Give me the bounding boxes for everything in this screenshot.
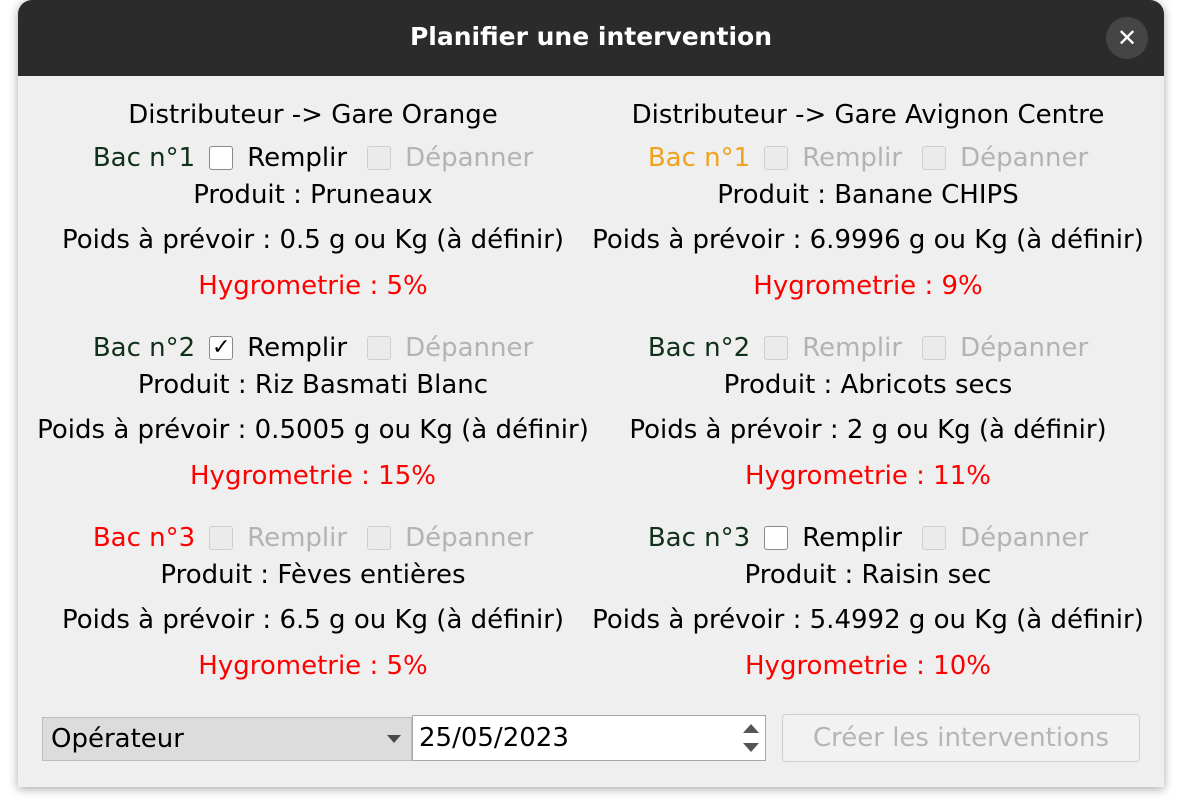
date-value: 25/05/2023 (419, 723, 569, 753)
depanner-label: Dépanner (960, 523, 1089, 553)
bac-label: Bac n°3 (647, 523, 751, 553)
hygrometrie-text: Hygrometrie : 5% (198, 271, 428, 301)
depanner-checkbox[interactable] (367, 146, 392, 170)
remplir-label: Remplir (802, 333, 903, 363)
titlebar: Planifier une intervention ✕ (18, 0, 1164, 76)
bac-label: Bac n°1 (647, 143, 751, 173)
remplir-label: Remplir (247, 333, 348, 363)
operator-select-value: Opérateur (51, 724, 184, 754)
date-input[interactable]: 25/05/2023 (412, 715, 766, 761)
dialog-window: Planifier une intervention ✕ Distributeu… (18, 0, 1164, 787)
checkmark-icon: ✓ (211, 335, 231, 360)
distributor-heading: Distributeur -> Gare Avignon Centre (631, 100, 1105, 130)
depanner-checkbox[interactable] (922, 336, 947, 360)
produit-text: Produit : Abricots secs (723, 370, 1013, 400)
remplir-checkbox[interactable] (764, 336, 789, 360)
depanner-checkbox[interactable] (922, 526, 947, 550)
distributor-heading: Distributeur -> Gare Orange (128, 100, 498, 130)
depanner-label: Dépanner (405, 143, 534, 173)
poids-text: Poids à prévoir : 5.4992 g ou Kg (à défi… (592, 605, 1144, 635)
remplir-checkbox[interactable] (764, 146, 789, 170)
operator-select[interactable]: Opérateur (42, 717, 412, 761)
remplir-label: Remplir (802, 523, 903, 553)
bac-row: Bac n°2 ✓ Remplir Dépanner (32, 328, 594, 368)
poids-text: Poids à prévoir : 0.5005 g ou Kg (à défi… (37, 415, 589, 445)
depanner-checkbox[interactable] (922, 146, 947, 170)
depanner-checkbox[interactable] (367, 526, 392, 550)
create-interventions-button[interactable]: Créer les interventions (782, 714, 1140, 762)
poids-text: Poids à prévoir : 6.9996 g ou Kg (à défi… (592, 225, 1144, 255)
depanner-checkbox[interactable] (367, 336, 392, 360)
remplir-label: Remplir (802, 143, 903, 173)
depanner-label: Dépanner (960, 333, 1089, 363)
depanner-label: Dépanner (960, 143, 1089, 173)
bac-row: Bac n°2 Remplir Dépanner (588, 328, 1148, 368)
bac-label: Bac n°3 (92, 523, 196, 553)
bac-label: Bac n°2 (647, 333, 751, 363)
hygrometrie-text: Hygrometrie : 5% (198, 651, 428, 681)
poids-text: Poids à prévoir : 2 g ou Kg (à définir) (629, 415, 1107, 445)
hygrometrie-text: Hygrometrie : 11% (745, 461, 991, 491)
remplir-label: Remplir (247, 523, 348, 553)
remplir-checkbox[interactable] (209, 146, 234, 170)
bac-row: Bac n°3 Remplir Dépanner (32, 518, 594, 558)
bac-row: Bac n°1 Remplir Dépanner (32, 138, 594, 178)
remplir-checkbox[interactable]: ✓ (209, 335, 234, 360)
produit-text: Produit : Fèves entières (160, 560, 466, 590)
remplir-checkbox[interactable] (764, 526, 789, 550)
hygrometrie-text: Hygrometrie : 15% (190, 461, 436, 491)
produit-text: Produit : Raisin sec (744, 560, 992, 590)
depanner-label: Dépanner (405, 333, 534, 363)
hygrometrie-text: Hygrometrie : 10% (745, 651, 991, 681)
bac-row: Bac n°3 Remplir Dépanner (588, 518, 1148, 558)
bac-label: Bac n°2 (92, 333, 196, 363)
chevron-down-icon (387, 735, 401, 743)
dialog-title: Planifier une intervention (409, 22, 773, 51)
spin-down-icon[interactable] (743, 743, 759, 752)
bac-row: Bac n°1 Remplir Dépanner (588, 138, 1148, 178)
produit-text: Produit : Riz Basmati Blanc (137, 370, 489, 400)
hygrometrie-text: Hygrometrie : 9% (753, 271, 983, 301)
produit-text: Produit : Banane CHIPS (717, 180, 1019, 210)
content-area: Distributeur -> Gare Orange Bac n°1 Rempli… (18, 76, 1164, 787)
remplir-checkbox[interactable] (209, 526, 234, 550)
bac-label: Bac n°1 (92, 143, 196, 173)
close-icon: ✕ (1116, 24, 1138, 52)
poids-text: Poids à prévoir : 0.5 g ou Kg (à définir… (61, 225, 565, 255)
spin-up-icon[interactable] (743, 724, 759, 733)
poids-text: Poids à prévoir : 6.5 g ou Kg (à définir… (61, 605, 565, 635)
close-button[interactable]: ✕ (1106, 17, 1148, 59)
produit-text: Produit : Pruneaux (193, 180, 433, 210)
remplir-label: Remplir (247, 143, 348, 173)
depanner-label: Dépanner (405, 523, 534, 553)
